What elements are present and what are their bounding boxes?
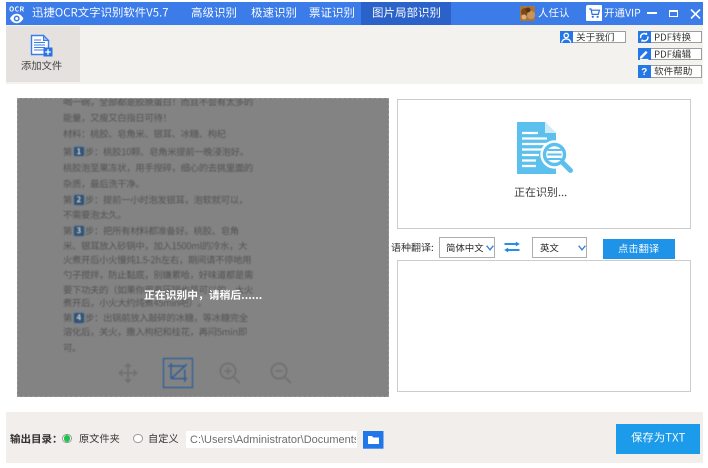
svg-text:?: ? (641, 67, 647, 78)
